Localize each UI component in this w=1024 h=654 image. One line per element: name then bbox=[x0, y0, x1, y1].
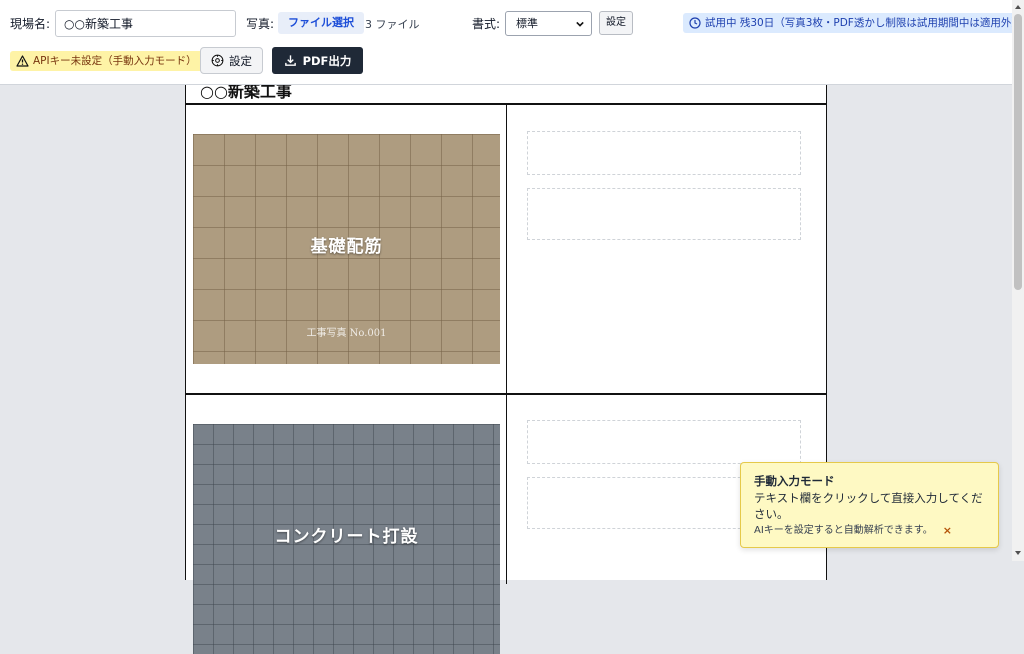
text-field-1b[interactable] bbox=[527, 188, 801, 240]
trial-status-badge: 試用中 残30日（写真3枚・PDF透かし制限は試用期間中は適用外） bbox=[683, 13, 1024, 33]
toast-note: AIキーを設定すると自動解析できます。 bbox=[754, 525, 933, 536]
scroll-down-arrow-icon[interactable] bbox=[1014, 549, 1022, 557]
api-key-warning-text: APIキー未設定（手動入力モード） bbox=[33, 55, 197, 67]
photo-ledger-document: ○○新築工事 基礎配筋 工事写真 No.001 コンクリート打設 bbox=[185, 60, 827, 654]
scroll-up-arrow-icon[interactable] bbox=[1014, 3, 1022, 11]
site-name-input[interactable] bbox=[55, 10, 236, 37]
photo-caption-1: 工事写真 No.001 bbox=[306, 328, 387, 339]
format-select[interactable]: 標準 bbox=[505, 11, 592, 36]
toolbar: 現場名: 写真: ファイル選択 3 ファイル 書式: 標準 設定 試用中 残30… bbox=[0, 0, 1024, 85]
file-select-button[interactable]: ファイル選択 bbox=[278, 12, 364, 34]
column-divider bbox=[506, 104, 507, 584]
download-icon bbox=[284, 55, 296, 66]
photo-label: 写真: bbox=[246, 17, 275, 31]
gear-icon bbox=[211, 54, 224, 67]
photo-thumbnail-2[interactable]: コンクリート打設 bbox=[193, 424, 500, 654]
toast-body: テキスト欄をクリックして直接入力してください。 bbox=[754, 491, 983, 521]
photo-thumbnail-1[interactable]: 基礎配筋 工事写真 No.001 bbox=[193, 134, 500, 364]
clock-icon bbox=[689, 17, 701, 29]
photo-label-2: コンクリート打設 bbox=[274, 527, 419, 547]
vertical-scrollbar[interactable] bbox=[1012, 0, 1024, 561]
api-key-warning: APIキー未設定（手動入力モード） bbox=[10, 51, 207, 71]
format-label: 書式: bbox=[472, 17, 501, 31]
photo-label-1: 基礎配筋 bbox=[310, 237, 383, 257]
site-name-label: 現場名: bbox=[10, 17, 51, 31]
chevron-down-icon bbox=[576, 21, 584, 27]
text-field-1a[interactable] bbox=[527, 131, 801, 175]
settings-button[interactable]: 設定 bbox=[200, 47, 263, 74]
pdf-export-button[interactable]: PDF出力 bbox=[272, 47, 363, 74]
file-count: 3 ファイル bbox=[365, 18, 420, 31]
toast-title: 手動入力モード bbox=[754, 474, 835, 488]
settings-button-label: 設定 bbox=[229, 53, 252, 68]
manual-mode-toast: 手動入力モード テキスト欄をクリックして直接入力してください。 AIキーを設定す… bbox=[740, 462, 999, 548]
warning-icon bbox=[16, 55, 29, 67]
toast-close-button[interactable]: × bbox=[943, 524, 952, 538]
scrollbar-thumb[interactable] bbox=[1014, 14, 1022, 290]
pdf-export-label: PDF出力 bbox=[302, 53, 352, 68]
trial-status-text: 試用中 残30日（写真3枚・PDF透かし制限は試用期間中は適用外） bbox=[705, 17, 1022, 29]
format-selected-value: 標準 bbox=[516, 17, 538, 30]
format-settings-button[interactable]: 設定 bbox=[599, 11, 633, 35]
row-divider bbox=[186, 393, 826, 395]
text-field-2a[interactable] bbox=[527, 420, 801, 464]
